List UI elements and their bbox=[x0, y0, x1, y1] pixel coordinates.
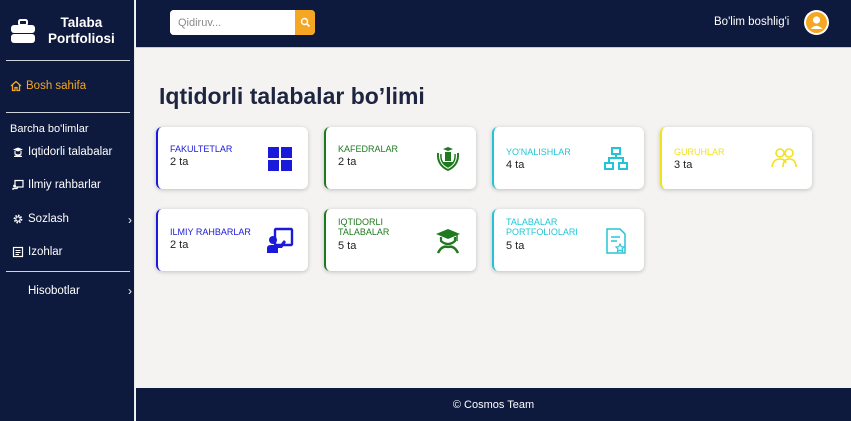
page-title: Iqtidorli talabalar bo’limi bbox=[159, 83, 425, 109]
card-count: 3 ta bbox=[674, 159, 693, 171]
sidebar-divider bbox=[134, 0, 135, 421]
sidebar-item-label: Hisobotlar bbox=[28, 285, 80, 297]
grid-icon bbox=[266, 145, 294, 173]
card-label: ILMIY RAHBARLAR bbox=[170, 227, 251, 237]
student-icon bbox=[434, 227, 462, 255]
sidebar-separator bbox=[6, 60, 130, 61]
chevron-right-icon: › bbox=[128, 284, 132, 298]
network-icon bbox=[602, 145, 630, 173]
card-label: KAFEDRALAR bbox=[338, 144, 399, 154]
card-label: YO'NALISHLAR bbox=[506, 147, 571, 157]
home-icon bbox=[10, 80, 22, 92]
card-talented-students[interactable]: IQTIDORLI TALABALAR 5 ta bbox=[324, 209, 476, 271]
card-student-portfolios[interactable]: TALABALAR PORTFOLIOLARI 5 ta bbox=[492, 209, 644, 271]
chevron-right-icon: › bbox=[128, 213, 132, 227]
user-icon bbox=[806, 12, 827, 33]
sidebar-item-label: Ilmiy rahbarlar bbox=[28, 179, 101, 191]
search-button[interactable] bbox=[295, 10, 315, 35]
brand[interactable]: Talaba Portfoliosi bbox=[10, 14, 130, 48]
portfolio-icon bbox=[602, 227, 630, 255]
top-header: Bo'lim boshlig'i bbox=[136, 0, 851, 47]
sidebar-item-settings[interactable]: Sozlash › bbox=[12, 213, 134, 227]
header-divider bbox=[136, 47, 851, 48]
sidebar-item-home[interactable]: Bosh sahifa bbox=[10, 80, 86, 92]
brand-line-1: Talaba bbox=[60, 15, 103, 30]
sidebar-item-talented-students[interactable]: Iqtidorli talabalar bbox=[12, 146, 134, 158]
card-supervisors[interactable]: ILMIY RAHBARLAR 2 ta bbox=[156, 209, 308, 271]
emblem-icon bbox=[434, 145, 462, 173]
graduate-icon bbox=[12, 146, 24, 158]
search-box bbox=[170, 10, 315, 35]
teacher-icon bbox=[266, 227, 294, 255]
sidebar-item-label: Sozlash bbox=[28, 213, 69, 225]
presentation-icon bbox=[12, 179, 24, 191]
sidebar-item-label: Iqtidorli talabalar bbox=[28, 146, 113, 158]
card-count: 4 ta bbox=[506, 159, 525, 171]
brand-line-2: Portfoliosi bbox=[48, 31, 115, 46]
card-departments[interactable]: KAFEDRALAR 2 ta bbox=[324, 127, 476, 189]
search-input[interactable] bbox=[170, 10, 295, 35]
notes-icon bbox=[12, 246, 24, 258]
briefcase-icon bbox=[11, 19, 35, 43]
group-icon bbox=[770, 145, 798, 173]
card-count: 2 ta bbox=[338, 156, 357, 168]
footer: © Cosmos Team bbox=[136, 388, 851, 421]
sidebar: Talaba Portfoliosi Bosh sahifa Barcha bo… bbox=[0, 0, 135, 421]
card-label: TALABALAR PORTFOLIOLARI bbox=[506, 217, 578, 237]
card-count: 2 ta bbox=[170, 156, 189, 168]
card-label: IQTIDORLI TALABALAR bbox=[338, 217, 390, 237]
card-count: 5 ta bbox=[506, 240, 525, 252]
card-count: 2 ta bbox=[170, 239, 189, 251]
brand-title: Talaba Portfoliosi bbox=[48, 15, 115, 47]
sidebar-item-supervisors[interactable]: Ilmiy rahbarlar bbox=[12, 179, 134, 191]
card-label: FAKULTETLAR bbox=[170, 144, 233, 154]
sidebar-item-notes[interactable]: Izohlar bbox=[12, 246, 134, 258]
sidebar-separator bbox=[6, 271, 130, 272]
card-count: 5 ta bbox=[338, 240, 357, 252]
sidebar-item-reports[interactable]: Hisobotlar › bbox=[28, 284, 134, 298]
card-groups[interactable]: GURUHLAR 3 ta bbox=[660, 127, 812, 189]
gear-icon bbox=[12, 213, 24, 225]
sidebar-item-label: Bosh sahifa bbox=[26, 80, 87, 92]
search-icon bbox=[300, 17, 310, 28]
user-role-label: Bo'lim boshlig'i bbox=[714, 16, 790, 28]
card-faculties[interactable]: FAKULTETLAR 2 ta bbox=[156, 127, 308, 189]
sidebar-separator bbox=[6, 112, 130, 113]
footer-copyright: © Cosmos Team bbox=[452, 398, 535, 411]
sidebar-item-label: Izohlar bbox=[28, 246, 63, 258]
avatar[interactable] bbox=[804, 10, 829, 35]
card-directions[interactable]: YO'NALISHLAR 4 ta bbox=[492, 127, 644, 189]
sidebar-section-label: Barcha bo'limlar bbox=[10, 123, 89, 135]
card-label: GURUHLAR bbox=[674, 147, 725, 157]
